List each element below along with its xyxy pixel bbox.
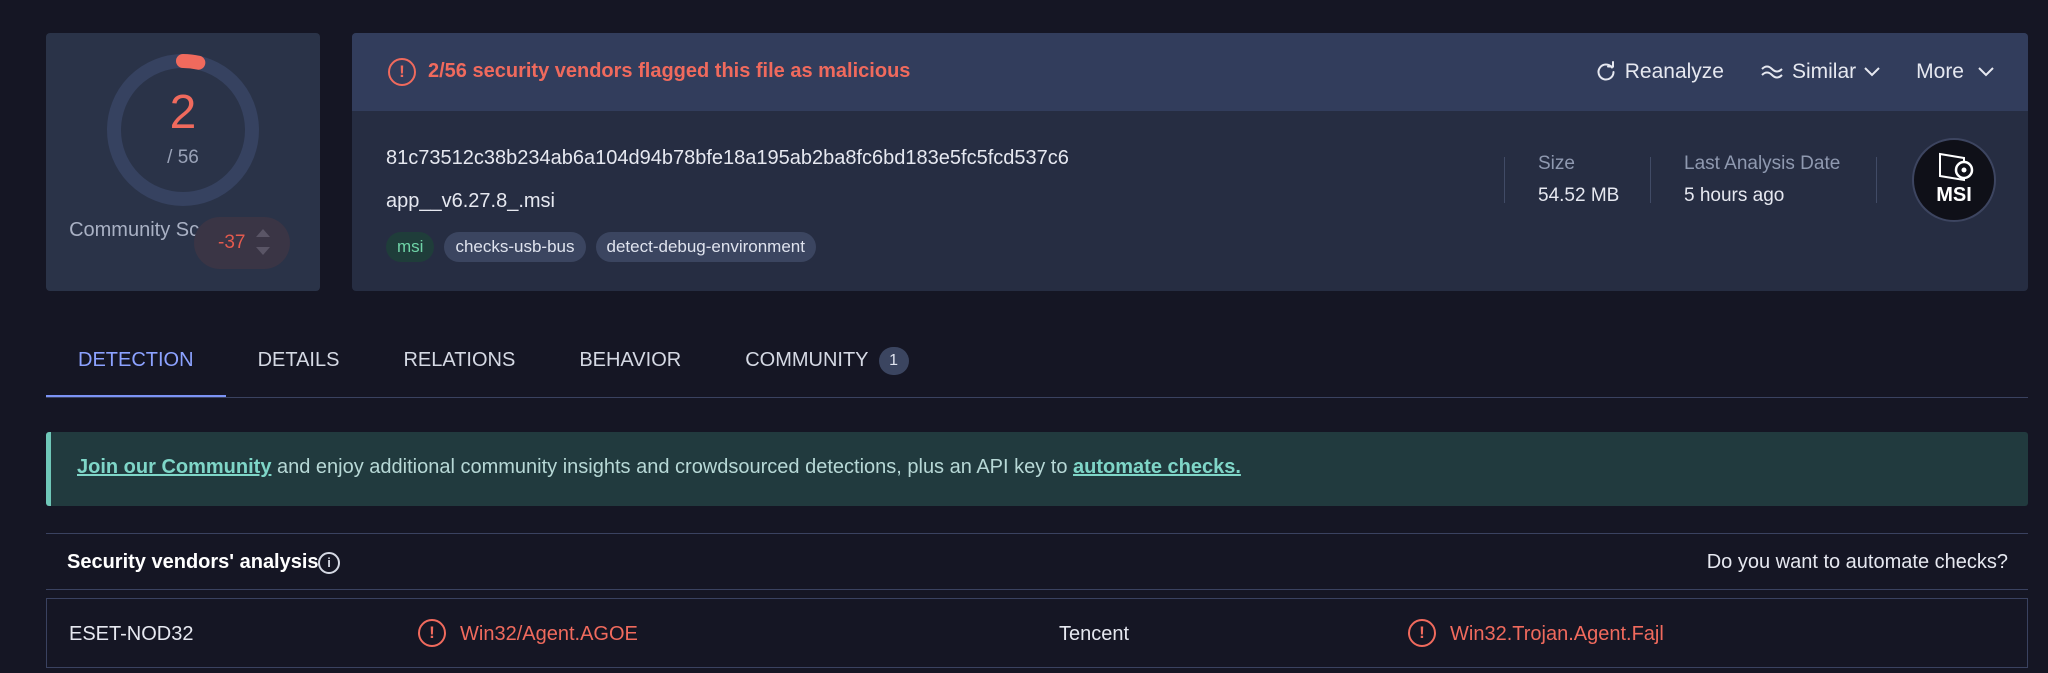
vendors-analysis-header: Security vendors' analysis i Do you want…: [46, 533, 2028, 590]
community-banner: Join our Community and enjoy additional …: [46, 432, 2028, 506]
reanalyze-button[interactable]: Reanalyze: [1595, 55, 1724, 89]
file-tags: msi checks-usb-bus detect-debug-environm…: [386, 232, 816, 262]
vote-down-icon[interactable]: [256, 247, 270, 255]
vendor-name: ESET-NOD32: [69, 623, 194, 645]
alert-circle-icon: !: [388, 58, 416, 86]
tab-community-label: COMMUNITY: [745, 349, 869, 371]
size-label: Size: [1538, 153, 1575, 174]
meta-divider: [1650, 157, 1651, 203]
banner-text: Join our Community and enjoy additional …: [77, 456, 1241, 479]
detection-count: 2: [169, 86, 197, 139]
detection-total: / 56: [167, 147, 199, 168]
file-name: app__v6.27.8_.msi: [386, 190, 556, 212]
malicious-alert-bar: ! 2/56 security vendors flagged this fil…: [352, 33, 2028, 111]
join-community-link[interactable]: Join our Community: [77, 456, 271, 478]
tab-community[interactable]: COMMUNITY 1: [713, 340, 940, 398]
report-tabs: DETECTION DETAILS RELATIONS BEHAVIOR COM…: [46, 340, 941, 398]
vote-up-icon[interactable]: [256, 229, 270, 237]
size-value: 54.52 MB: [1538, 185, 1620, 206]
file-hash: 81c73512c38b234ab6a104d94b78bfe18a195ab2…: [386, 147, 1069, 169]
similar-label: Similar: [1791, 60, 1857, 83]
vendor-name: Tencent: [1059, 623, 1130, 645]
vendors-analysis-title: Security vendors' analysis: [67, 551, 319, 573]
installer-disk-icon: [1939, 152, 1974, 182]
similar-icon: [1761, 65, 1783, 79]
tab-behavior[interactable]: BEHAVIOR: [547, 340, 713, 398]
file-summary-panel: ! 2/56 security vendors flagged this fil…: [352, 33, 2028, 291]
tag-file-type[interactable]: msi: [386, 232, 435, 262]
file-type-text: MSI: [1936, 184, 1972, 206]
tabs-divider: [46, 397, 2028, 398]
last-analysis-date-value: 5 hours ago: [1684, 185, 1785, 206]
refresh-icon: [1597, 61, 1615, 81]
tab-relations[interactable]: RELATIONS: [371, 340, 547, 398]
detection-ring: 2 / 56: [106, 53, 260, 207]
community-count-badge: 1: [878, 347, 909, 375]
detection-score-card: 2 / 56 Community Score -37: [46, 33, 320, 291]
alert-text: 2/56 security vendors flagged this file …: [428, 60, 911, 82]
automate-checks-link[interactable]: automate checks.: [1073, 456, 1241, 478]
table-row: ESET-NOD32 ! Win32/Agent.AGOE Tencent ! …: [46, 598, 2028, 668]
automate-checks-question[interactable]: Do you want to automate checks?: [1707, 551, 2008, 574]
more-dropdown[interactable]: More: [1916, 55, 1994, 89]
last-analysis-date-label: Last Analysis Date: [1684, 153, 1841, 174]
community-score-value: -37: [218, 232, 246, 253]
tag-detect-debug-environment[interactable]: detect-debug-environment: [595, 232, 816, 262]
file-type-badge: MSI: [1912, 138, 1996, 222]
info-icon[interactable]: i: [318, 552, 340, 574]
detection-result: Win32/Agent.AGOE: [460, 623, 638, 645]
chevron-down-icon: [1978, 67, 1994, 77]
similar-dropdown[interactable]: Similar: [1760, 55, 1880, 89]
tab-details[interactable]: DETAILS: [226, 340, 372, 398]
more-label: More: [1916, 60, 1964, 83]
tab-detection[interactable]: DETECTION: [46, 340, 226, 398]
alert-circle-icon: !: [418, 619, 446, 647]
chevron-down-icon: [1864, 67, 1880, 77]
file-actions: Reanalyze Similar More: [1595, 55, 1994, 89]
tag-checks-usb-bus[interactable]: checks-usb-bus: [444, 232, 586, 262]
reanalyze-label: Reanalyze: [1624, 60, 1724, 83]
detection-result: Win32.Trojan.Agent.Fajl: [1450, 623, 1664, 645]
alert-circle-icon: !: [1408, 619, 1436, 647]
banner-middle-text: and enjoy additional community insights …: [271, 456, 1074, 478]
meta-divider: [1876, 157, 1877, 203]
community-score-widget: -37: [194, 217, 290, 269]
meta-divider: [1504, 157, 1505, 203]
